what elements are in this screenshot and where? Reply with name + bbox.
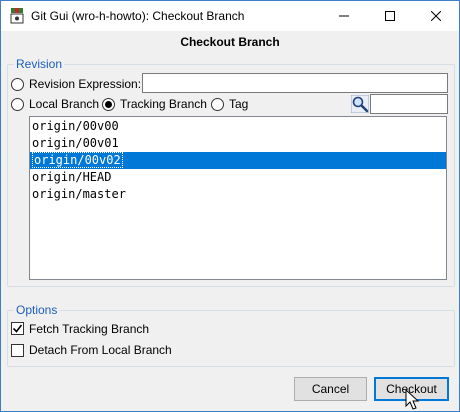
options-group: [7, 310, 455, 367]
detach-local-label: Detach From Local Branch: [29, 343, 172, 357]
checkout-branch-window: Git Gui (wro-h-howto): Checkout Branch C…: [0, 0, 460, 412]
close-button[interactable]: [413, 1, 459, 31]
list-item-selected[interactable]: origin/00v02: [30, 152, 446, 169]
local-branch-radio[interactable]: [11, 98, 24, 111]
tag-radio[interactable]: [211, 98, 224, 111]
revision-expression-radio[interactable]: [11, 78, 24, 91]
branch-name: origin/master: [32, 187, 126, 201]
list-item[interactable]: origin/master: [30, 186, 446, 203]
checkmark-icon: [12, 324, 23, 333]
filter-input[interactable]: [370, 94, 448, 114]
minimize-button[interactable]: [321, 1, 367, 31]
revision-expression-input[interactable]: [142, 73, 448, 93]
maximize-button[interactable]: [367, 1, 413, 31]
revision-legend: Revision: [14, 57, 65, 71]
options-legend: Options: [14, 303, 60, 317]
branch-name: origin/00v02: [32, 152, 123, 168]
list-item[interactable]: origin/HEAD: [30, 169, 446, 186]
tracking-branch-label: Tracking Branch: [120, 97, 207, 111]
list-item[interactable]: origin/00v00: [30, 118, 446, 135]
branch-name: origin/00v00: [32, 119, 119, 133]
tracking-branch-radio[interactable]: [102, 98, 115, 111]
branch-name: origin/HEAD: [32, 170, 112, 184]
maximize-icon: [385, 11, 395, 21]
revision-expression-label: Revision Expression:: [29, 77, 142, 91]
close-icon: [431, 11, 441, 21]
title-bar[interactable]: Git Gui (wro-h-howto): Checkout Branch: [1, 1, 459, 31]
tag-label: Tag: [229, 97, 249, 111]
branch-name: origin/00v01: [32, 136, 119, 150]
git-gui-icon: [10, 8, 24, 24]
dialog-heading: Checkout Branch: [180, 35, 280, 49]
local-branch-label: Local Branch: [29, 97, 100, 111]
minimize-icon: [339, 15, 349, 17]
window-title: Git Gui (wro-h-howto): Checkout Branch: [31, 9, 245, 23]
detach-local-checkbox[interactable]: [11, 344, 24, 357]
mouse-cursor-icon: [405, 389, 420, 410]
magnifier-icon: [351, 95, 369, 113]
fetch-tracking-checkbox[interactable]: [11, 322, 24, 335]
list-item[interactable]: origin/00v01: [30, 135, 446, 152]
branch-list[interactable]: origin/00v00 origin/00v01 origin/00v02 o…: [29, 116, 447, 280]
cancel-button[interactable]: Cancel: [294, 377, 367, 401]
fetch-tracking-label: Fetch Tracking Branch: [29, 322, 150, 336]
